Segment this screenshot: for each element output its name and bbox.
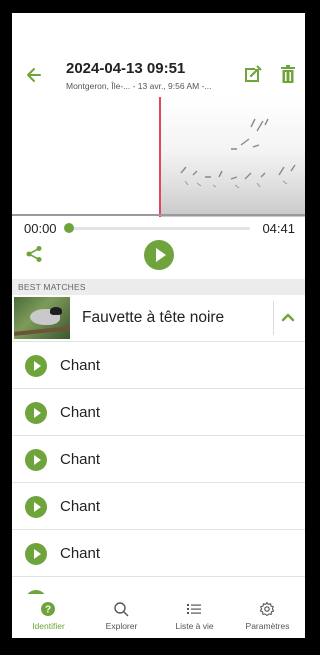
trash-icon[interactable]: [280, 65, 296, 83]
recording-subtitle: Montgeron, Île-... - 13 avr., 9:56 AM -.…: [66, 81, 212, 91]
best-match-row[interactable]: Fauvette à tête noire: [12, 295, 305, 342]
recording-type-label: Chant: [60, 498, 101, 515]
gear-icon: [259, 601, 275, 617]
play-icon[interactable]: [25, 496, 47, 518]
spectrogram[interactable]: [12, 97, 305, 217]
divider: [273, 301, 274, 335]
nav-label: Paramètres: [245, 621, 290, 631]
progress-thumb[interactable]: [64, 223, 74, 233]
progress-track[interactable]: [68, 227, 250, 230]
playback-cursor: [159, 97, 161, 217]
list-item[interactable]: Chant: [12, 389, 305, 436]
play-icon[interactable]: [25, 355, 47, 377]
nav-label: Explorer: [105, 621, 138, 631]
app-screen: 2024-04-13 09:51 Montgeron, Île-... - 13…: [12, 13, 305, 638]
play-icon[interactable]: [25, 449, 47, 471]
back-arrow-icon[interactable]: [24, 65, 44, 85]
list-item[interactable]: Chant: [12, 530, 305, 577]
list-item[interactable]: Chant: [12, 436, 305, 483]
header: 2024-04-13 09:51 Montgeron, Île-... - 13…: [12, 13, 305, 110]
nav-label: Identifier: [32, 621, 65, 631]
help-circle-icon: ?: [41, 602, 55, 616]
nav-settings[interactable]: Paramètres: [231, 594, 305, 638]
play-button[interactable]: [144, 240, 174, 270]
recording-type-label: Chant: [60, 451, 101, 468]
list-icon: [187, 604, 201, 614]
spectrogram-signal: [161, 97, 305, 217]
edit-icon[interactable]: [244, 65, 262, 83]
species-name: Fauvette à tête noire: [82, 309, 225, 326]
nav-life-list[interactable]: Liste à vie: [158, 594, 231, 638]
total-duration: 04:41: [262, 221, 295, 236]
recording-type-label: Chant: [60, 357, 101, 374]
list-item[interactable]: Chant: [12, 483, 305, 530]
play-icon[interactable]: [25, 402, 47, 424]
spectrogram-baseline: [12, 214, 305, 216]
species-thumbnail: [14, 297, 70, 339]
best-matches-header: BEST MATCHES: [12, 279, 305, 295]
chevron-up-icon[interactable]: [280, 310, 296, 324]
nav-identifier[interactable]: ? Identifier: [12, 594, 85, 638]
svg-text:?: ?: [45, 605, 51, 616]
recording-type-label: Chant: [60, 545, 101, 562]
recording-type-label: Chant: [60, 404, 101, 421]
list-item[interactable]: Chant: [12, 342, 305, 389]
play-icon[interactable]: [25, 543, 47, 565]
search-icon: [114, 602, 129, 617]
recording-title: 2024-04-13 09:51: [66, 60, 186, 77]
nav-label: Liste à vie: [175, 621, 214, 631]
recordings-list: Chant Chant Chant Chant Chant: [12, 342, 305, 624]
elapsed-time: 00:00: [24, 221, 57, 236]
share-icon[interactable]: [25, 245, 43, 263]
nav-explorer[interactable]: Explorer: [85, 594, 158, 638]
bottom-nav: ? Identifier Explorer Liste à vie Paramè…: [12, 594, 305, 638]
